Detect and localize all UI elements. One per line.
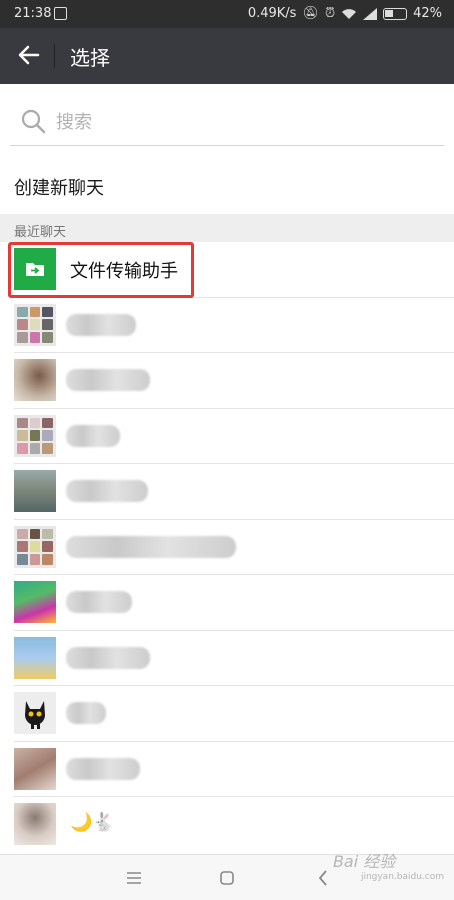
- mute-icon: 🔕︎: [302, 6, 319, 21]
- status-time: 21:38: [14, 6, 52, 21]
- recent-chats-label: 最近聊天: [14, 225, 67, 240]
- create-new-chat-label: 创建新聊天: [14, 178, 104, 199]
- network-speed: 0.49K/s: [247, 6, 297, 21]
- blurred-name: [66, 313, 136, 336]
- search-input[interactable]: 搜索: [10, 96, 444, 146]
- avatar: [14, 747, 56, 790]
- file-transfer-avatar: [14, 248, 56, 290]
- avatar: [14, 470, 56, 512]
- blurred-name: [66, 591, 132, 613]
- blurred-name: [66, 757, 140, 780]
- status-bar: 21:38 0.49K/s 🔕︎ ⏰︎ 42%: [0, 0, 454, 28]
- avatar: [14, 414, 56, 457]
- search-placeholder: 搜索: [56, 112, 92, 133]
- list-item[interactable]: [14, 631, 454, 686]
- avatar: [14, 803, 56, 845]
- list-item[interactable]: [14, 742, 454, 797]
- black-cat-icon: [25, 701, 45, 729]
- recent-chat-list: 文件传输助手 🌙🐇: [0, 242, 454, 853]
- blurred-name: [66, 535, 236, 558]
- avatar: [14, 525, 56, 568]
- list-item[interactable]: [14, 520, 454, 575]
- battery-icon: [383, 7, 408, 20]
- list-item[interactable]: [14, 686, 454, 742]
- baidu-watermark: Bai 经验 jingyan.baidu.com: [333, 848, 444, 882]
- blurred-name: [66, 424, 120, 447]
- menu-icon: [127, 872, 141, 884]
- signal-icon: [363, 7, 378, 20]
- list-item[interactable]: [14, 353, 454, 409]
- watermark-brand: Bai 经验: [332, 852, 396, 871]
- blurred-name: [66, 480, 148, 502]
- list-item[interactable]: 🌙🐇: [14, 797, 454, 853]
- title-bar: 选择: [0, 28, 454, 84]
- wifi-icon: [342, 8, 357, 19]
- folder-icon: [26, 263, 44, 276]
- avatar: [14, 692, 56, 734]
- notification-icon: [54, 7, 67, 20]
- create-new-chat-button[interactable]: 创建新聊天: [0, 160, 454, 212]
- back-button[interactable]: [14, 40, 44, 70]
- page-title: 选择: [70, 46, 110, 70]
- blurred-name: [66, 646, 150, 669]
- watermark-domain: jingyan.baidu.com: [360, 872, 444, 882]
- avatar: [14, 303, 56, 346]
- blurred-name: [66, 702, 106, 724]
- emoji-name: 🌙🐇: [70, 812, 115, 833]
- file-transfer-name: 文件传输助手: [70, 261, 178, 282]
- home-icon: [220, 871, 234, 885]
- alarm-icon: ⏰︎: [324, 6, 336, 21]
- search-icon: [21, 109, 46, 134]
- list-item-file-transfer[interactable]: 文件传输助手: [14, 242, 454, 298]
- home-button[interactable]: [216, 867, 238, 889]
- blurred-name: [66, 369, 150, 391]
- title-divider: [54, 44, 55, 68]
- recent-chats-header: 最近聊天: [0, 214, 454, 242]
- nav-back-button[interactable]: [312, 867, 334, 889]
- avatar: [14, 636, 56, 679]
- back-arrow-icon: [18, 45, 40, 65]
- status-right: 0.49K/s 🔕︎ ⏰︎ 42%: [248, 6, 442, 21]
- list-item[interactable]: [14, 464, 454, 520]
- battery-percent: 42%: [413, 6, 442, 21]
- avatar: [14, 581, 56, 623]
- chevron-left-icon: [318, 870, 327, 886]
- avatar: [14, 359, 56, 401]
- list-item[interactable]: [14, 298, 454, 353]
- list-item[interactable]: [14, 575, 454, 631]
- menu-button[interactable]: [123, 867, 145, 889]
- list-item[interactable]: [14, 409, 454, 464]
